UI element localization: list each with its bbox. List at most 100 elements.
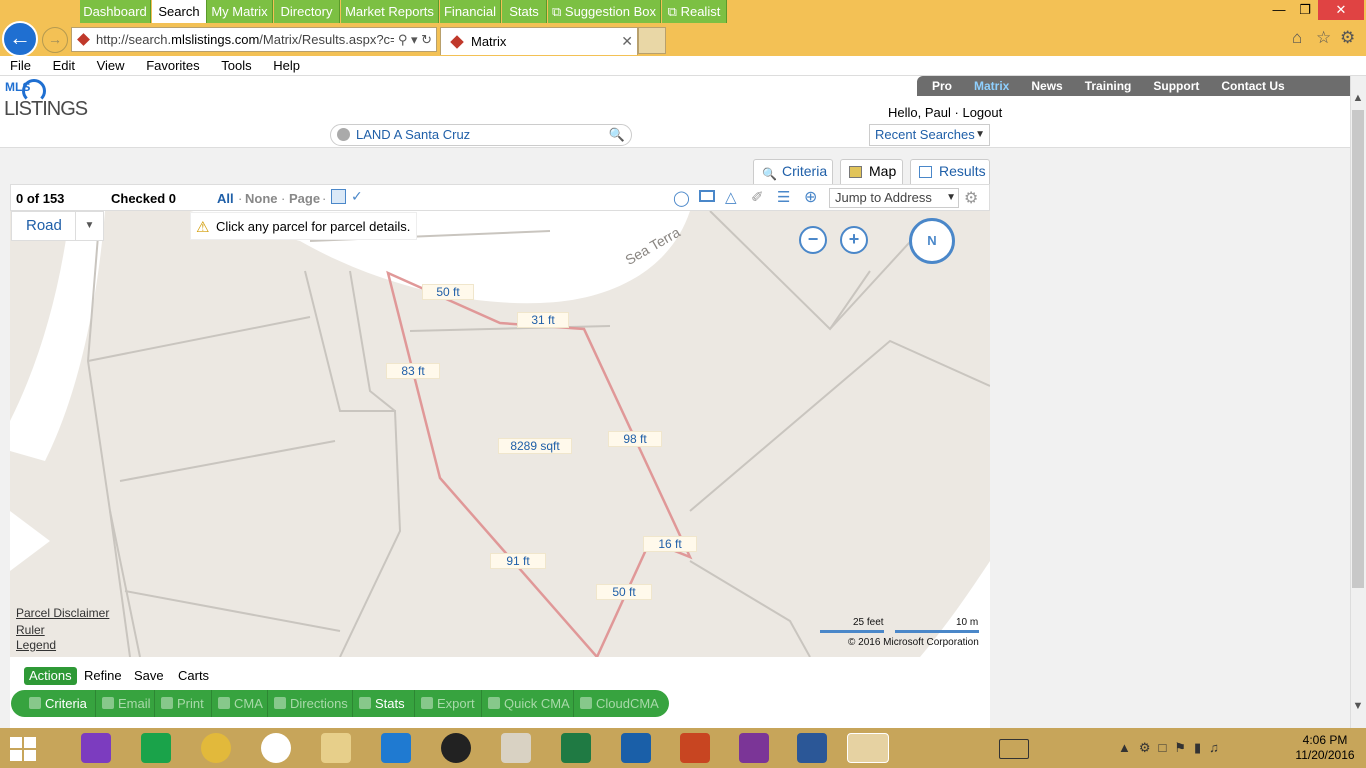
criteria-button[interactable]: Criteria (11, 690, 96, 717)
topnav-contact[interactable]: Contact Us (1210, 76, 1295, 94)
eraser-icon[interactable]: ✐ (751, 188, 764, 206)
nav-search[interactable]: Search (152, 0, 207, 23)
restore-icon[interactable]: ❐ (1288, 0, 1322, 20)
cma-button[interactable]: CMA (212, 690, 268, 717)
hp-icon[interactable] (261, 733, 291, 763)
tab-map[interactable]: Map (840, 159, 903, 184)
onenote-icon[interactable] (739, 733, 769, 763)
checkbox-select-icon[interactable] (331, 189, 346, 204)
url-prefix: http://search. (96, 32, 172, 47)
logout-link[interactable]: Logout (962, 105, 1002, 120)
photo-app-icon[interactable] (81, 733, 111, 763)
draw-rectangle-icon[interactable] (699, 190, 715, 202)
back-button[interactable]: ← (2, 21, 38, 57)
topnav-news[interactable]: News (1020, 76, 1073, 94)
map-style-dropdown[interactable]: Road ▼ (11, 211, 104, 241)
quick-cma-button[interactable]: Quick CMA (482, 690, 574, 717)
tab-criteria[interactable]: 🔍 Criteria (753, 159, 833, 184)
menu-tools[interactable]: Tools (211, 56, 259, 73)
topnav-training[interactable]: Training (1074, 76, 1143, 94)
file-explorer-icon[interactable] (321, 733, 351, 763)
draw-polygon-icon[interactable]: △ (725, 188, 737, 206)
email-button[interactable]: Email (96, 690, 155, 717)
scroll-up-icon[interactable]: ▲ (1350, 92, 1366, 104)
home-icon[interactable]: ⌂ (1292, 28, 1302, 48)
menu-file[interactable]: File (0, 56, 39, 73)
map-canvas[interactable]: Sea Terra 50 ft 31 ft 83 ft 98 ft 8289 s… (10, 211, 990, 657)
windows-start-icon[interactable] (10, 737, 36, 761)
parcel-dimension-label: 98 ft (608, 431, 662, 447)
new-tab-button[interactable] (638, 27, 666, 54)
scroll-down-icon[interactable]: ▼ (1350, 700, 1366, 712)
select-page-link[interactable]: Page (289, 191, 320, 206)
powerpoint-icon[interactable] (680, 733, 710, 763)
settings-gear-icon[interactable]: ⚙ (1340, 28, 1355, 48)
close-window-icon[interactable]: ✕ (1318, 0, 1364, 20)
locate-icon[interactable]: ⊕ (804, 187, 817, 207)
nav-financial[interactable]: Financial (440, 0, 501, 23)
tab-save[interactable]: Save (129, 667, 169, 685)
compass-control[interactable]: N (909, 218, 955, 264)
chrome-icon[interactable] (201, 733, 231, 763)
address-bar[interactable]: http://search.mlslistings.com/Matrix/Res… (71, 27, 437, 52)
search-icon[interactable]: 🔍 (609, 125, 625, 145)
topnav-support[interactable]: Support (1142, 76, 1210, 94)
export-icon (421, 697, 433, 709)
quick-search-input[interactable]: LAND A Santa Cruz 🔍 (330, 124, 632, 146)
system-tray-icons[interactable]: ▲⚙□⚑▮♫ (1118, 740, 1288, 758)
ruler-link[interactable]: Ruler (16, 623, 45, 637)
draw-circle-icon[interactable]: ◯ (673, 189, 690, 207)
tab-carts[interactable]: Carts (173, 667, 214, 685)
layers-icon[interactable]: ☰ (777, 188, 790, 206)
nav-market-reports[interactable]: Market Reports (341, 0, 439, 23)
menu-help[interactable]: Help (263, 56, 308, 73)
select-all-link[interactable]: All (217, 191, 234, 206)
menu-view[interactable]: View (87, 56, 133, 73)
export-button[interactable]: Export (415, 690, 482, 717)
address-tools-icon[interactable]: ⚲ ▾ ↻ (393, 28, 432, 51)
excel-icon[interactable] (561, 733, 591, 763)
help-icon[interactable] (337, 128, 350, 141)
onedrive-icon[interactable] (381, 733, 411, 763)
zoom-in-button[interactable]: + (840, 226, 868, 254)
taskbar-clock[interactable]: 4:06 PM 11/20/2016 (1290, 733, 1360, 763)
select-none-link[interactable]: None (245, 191, 278, 206)
nav-directory[interactable]: Directory (274, 0, 340, 23)
forward-button[interactable]: → (42, 27, 68, 53)
jump-to-address-input[interactable]: Jump to Address ▼ (829, 188, 959, 208)
word-icon[interactable] (797, 733, 827, 763)
topnav-pro[interactable]: Pro (921, 76, 963, 94)
zoom-out-button[interactable]: − (799, 226, 827, 254)
print-button[interactable]: Print (155, 690, 212, 717)
parcel-disclaimer-link[interactable]: Parcel Disclaimer (16, 606, 109, 620)
stats-button[interactable]: Stats (353, 690, 415, 717)
nav-dashboard[interactable]: Dashboard (80, 0, 151, 23)
close-tab-icon[interactable]: ✕ (621, 28, 633, 55)
media-app-icon[interactable] (441, 733, 471, 763)
menu-edit[interactable]: Edit (43, 56, 83, 73)
photos-icon[interactable] (501, 733, 531, 763)
checkbox-toggle-icon[interactable]: ✓ (351, 188, 363, 205)
outlook-icon[interactable] (621, 733, 651, 763)
store-icon[interactable] (141, 733, 171, 763)
tab-results[interactable]: Results (910, 159, 990, 184)
directions-button[interactable]: Directions (268, 690, 353, 717)
nav-my-matrix[interactable]: My Matrix (207, 0, 273, 23)
internet-explorer-icon[interactable] (847, 733, 889, 763)
favorites-star-icon[interactable]: ☆ (1316, 28, 1331, 48)
keyboard-icon[interactable] (999, 739, 1029, 759)
nav-suggestion-box[interactable]: ⧉ Suggestion Box (548, 0, 661, 23)
tab-actions[interactable]: Actions (24, 667, 77, 685)
tab-refine[interactable]: Refine (79, 667, 127, 685)
email-icon (102, 697, 114, 709)
scrollbar-thumb[interactable] (1352, 110, 1364, 588)
cloudcma-button[interactable]: CloudCMA (574, 690, 669, 717)
browser-tab[interactable]: Matrix ✕ (440, 27, 638, 55)
gear-icon[interactable]: ⚙ (964, 188, 978, 208)
nav-realist[interactable]: ⧉ Realist (662, 0, 727, 23)
legend-link[interactable]: Legend (16, 638, 56, 652)
topnav-matrix[interactable]: Matrix (963, 76, 1020, 94)
nav-stats[interactable]: Stats (502, 0, 547, 23)
recent-searches-dropdown[interactable]: Recent Searches ▼ (869, 124, 990, 146)
menu-favorites[interactable]: Favorites (136, 56, 207, 73)
